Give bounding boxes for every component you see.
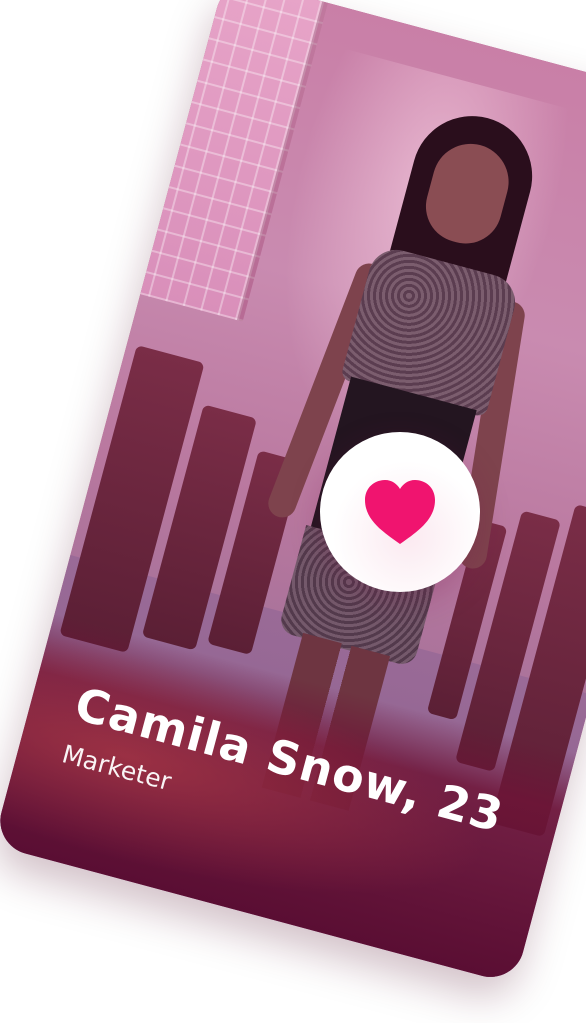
like-button[interactable]: [320, 432, 480, 592]
profile-card[interactable]: Camila Snow, 23 Marketer: [0, 0, 586, 985]
heart-icon: [365, 480, 435, 544]
screen: Camila Snow, 23 Marketer: [0, 0, 586, 1023]
